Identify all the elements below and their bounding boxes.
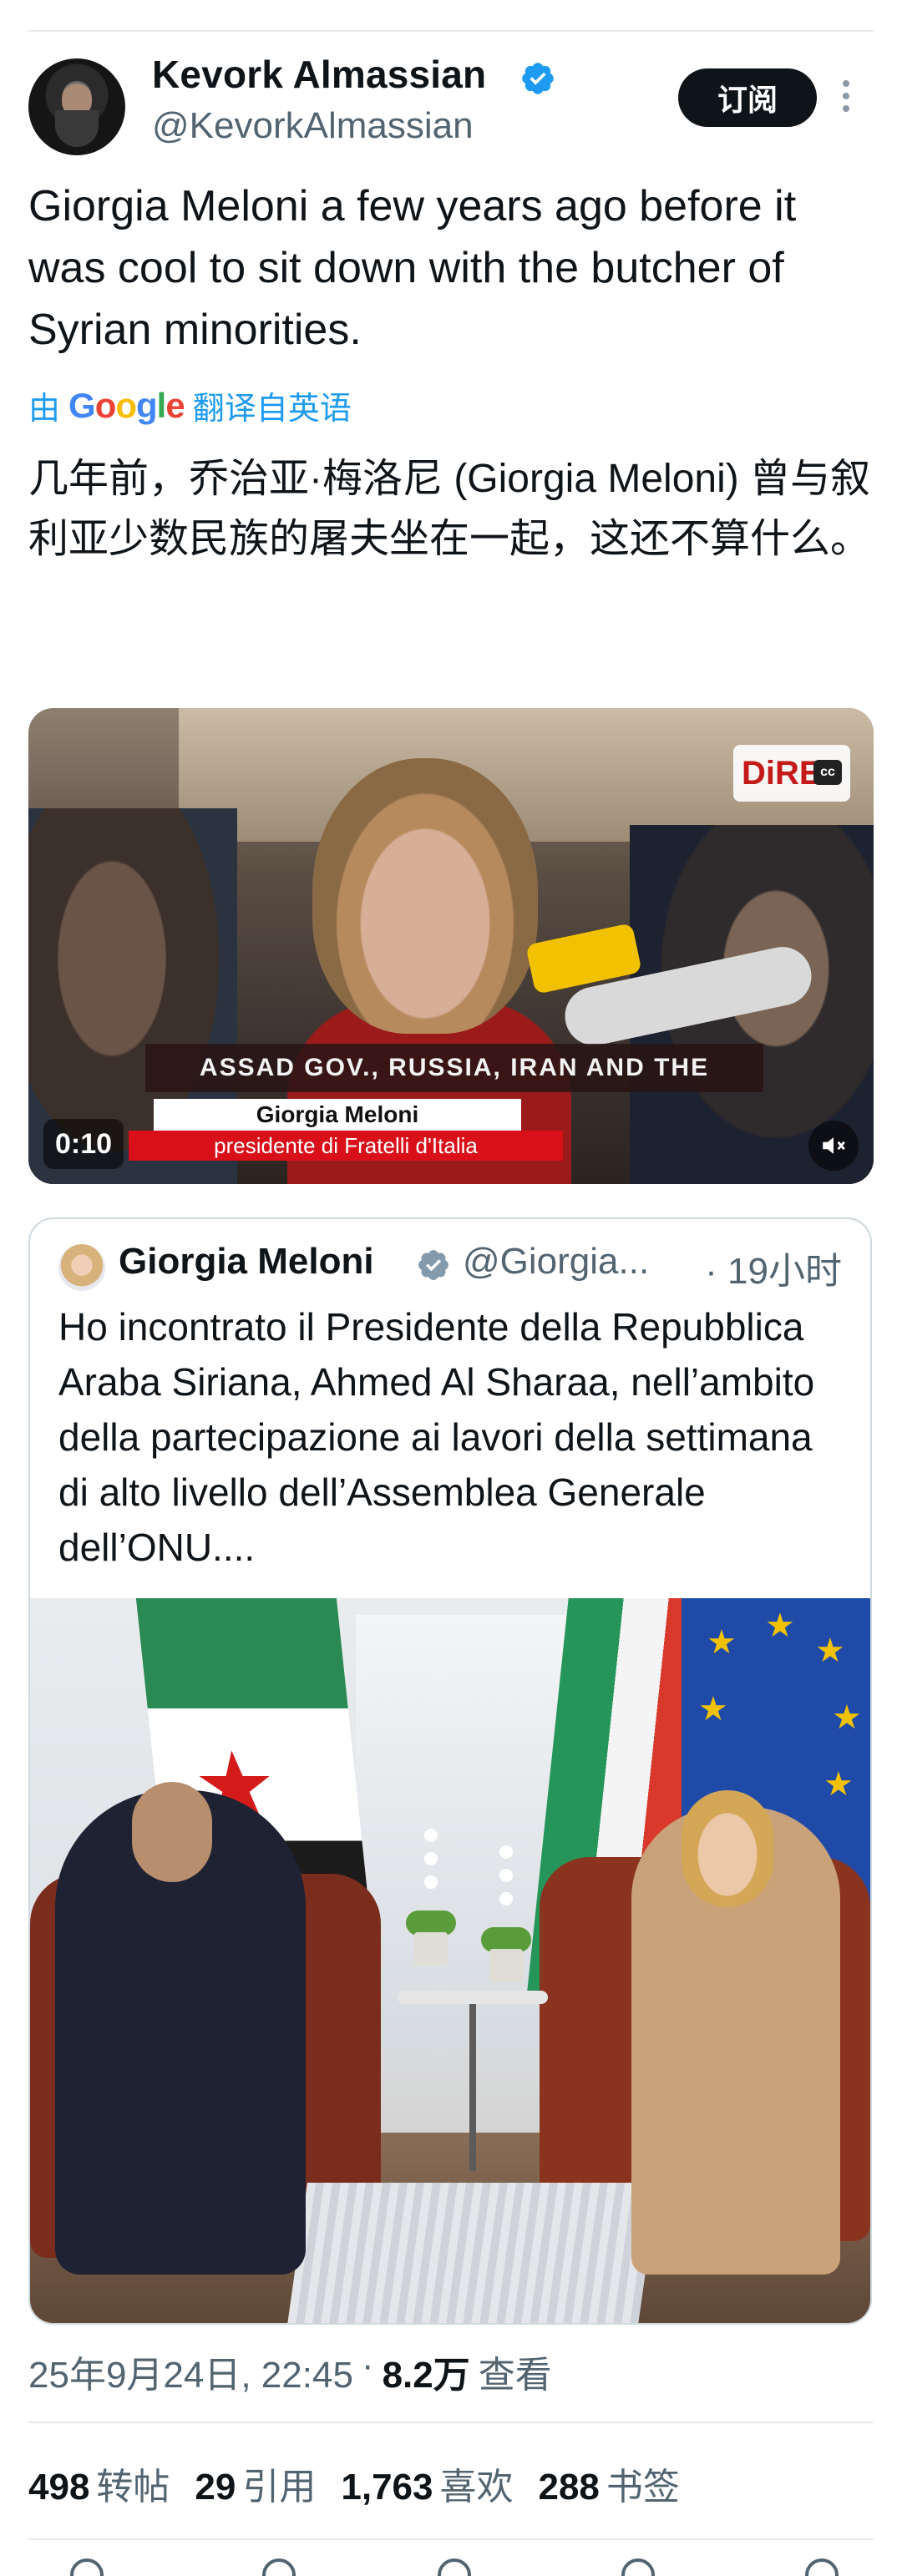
- lower-third-title: presidente di Fratelli d'Italia: [129, 1131, 563, 1161]
- stat-count: 288: [538, 2467, 600, 2508]
- stat-reposts[interactable]: 498 转帖: [28, 2457, 170, 2510]
- person-seated-left: [55, 1782, 306, 2275]
- stat-label: 引用: [242, 2467, 317, 2508]
- video-player[interactable]: DiRE cc ASSAD GOV., RUSSIA, IRAN AND THE…: [28, 708, 874, 1184]
- verified-badge-icon: [418, 1250, 448, 1280]
- stat-count: 29: [195, 2467, 236, 2508]
- stat-quotes[interactable]: 29 引用: [195, 2457, 316, 2510]
- google-logo: Google: [68, 385, 185, 425]
- author-handle[interactable]: @KevorkAlmassian: [152, 105, 474, 147]
- more-options-icon[interactable]: [840, 80, 852, 117]
- quoted-tweet[interactable]: Giorgia Meloni @Giorgia... · 19小时 Ho inc…: [28, 1217, 872, 2325]
- channel-logo-text: DiRE: [742, 754, 822, 792]
- stat-count: 1,763: [341, 2467, 433, 2508]
- author-avatar[interactable]: [28, 58, 125, 155]
- translated-text: 几年前，乔治亚·梅洛尼 (Giorgia Meloni) 曾与叙利亚少数民族的屠…: [28, 457, 871, 561]
- person-seated-right: [631, 1790, 840, 2275]
- translation-attribution[interactable]: 由 Google 翻译自英语: [28, 382, 352, 428]
- quoted-timestamp[interactable]: · 19小时: [705, 1241, 842, 1294]
- meta-separator: ·: [361, 2345, 374, 2386]
- divider: [28, 2538, 874, 2540]
- stat-label: 转帖: [96, 2467, 170, 2508]
- tweet-text: Giorgia Meloni a few years ago before it…: [28, 182, 797, 354]
- video-subject-head: [312, 758, 538, 1034]
- repost-icon[interactable]: [262, 2558, 296, 2576]
- like-icon[interactable]: [438, 2558, 471, 2576]
- engagement-stats: 498 转帖 29 引用 1,763 喜欢 288 书签: [28, 2457, 680, 2510]
- top-divider: [28, 30, 874, 32]
- orchid-plant: [481, 1840, 531, 1982]
- side-table: [398, 1991, 548, 2174]
- follow-button[interactable]: 订阅: [678, 68, 817, 127]
- share-icon[interactable]: [805, 2558, 839, 2576]
- quoted-photo[interactable]: ★ ★ ★ ★ ★ ★ ★: [30, 1598, 870, 2323]
- stat-bookmarks[interactable]: 288 书签: [538, 2457, 679, 2510]
- verified-badge-icon: [522, 63, 554, 94]
- quoted-author-handle[interactable]: @Giorgia...: [463, 1241, 649, 1283]
- cc-icon: cc: [813, 760, 842, 785]
- quoted-text: Ho incontrato il Presidente della Repubb…: [58, 1305, 815, 1569]
- stat-label: 喜欢: [439, 2467, 514, 2508]
- mute-icon[interactable]: [808, 1121, 859, 1171]
- author-name[interactable]: Kevork Almassian: [152, 52, 486, 97]
- stat-count: 498: [28, 2467, 90, 2508]
- video-caption: ASSAD GOV., RUSSIA, IRAN AND THE: [145, 1044, 763, 1092]
- action-bar: [0, 2553, 902, 2576]
- stat-label: 书签: [606, 2467, 680, 2508]
- channel-logo: DiRE cc: [733, 745, 850, 802]
- orchid-plant: [406, 1824, 456, 1966]
- quoted-author-name[interactable]: Giorgia Meloni: [119, 1241, 374, 1283]
- video-duration: 0:10: [43, 1119, 124, 1169]
- translate-prefix: 由: [28, 392, 61, 427]
- divider: [28, 2422, 874, 2423]
- quoted-author-avatar[interactable]: [58, 1244, 105, 1291]
- stat-likes[interactable]: 1,763 喜欢: [341, 2457, 513, 2510]
- photo-rug: [287, 2183, 658, 2323]
- views-count: 8.2万: [382, 2355, 470, 2396]
- tweet-meta: 25年9月24日, 22:45 · 8.2万 查看: [28, 2345, 552, 2398]
- views-label: 查看: [478, 2355, 552, 2396]
- reply-icon[interactable]: [70, 2558, 104, 2576]
- tweet-timestamp[interactable]: 25年9月24日, 22:45: [28, 2345, 353, 2398]
- lower-third-name: Giorgia Meloni: [154, 1099, 521, 1131]
- bookmark-icon[interactable]: [621, 2558, 655, 2576]
- translate-suffix: 翻译自英语: [192, 392, 352, 427]
